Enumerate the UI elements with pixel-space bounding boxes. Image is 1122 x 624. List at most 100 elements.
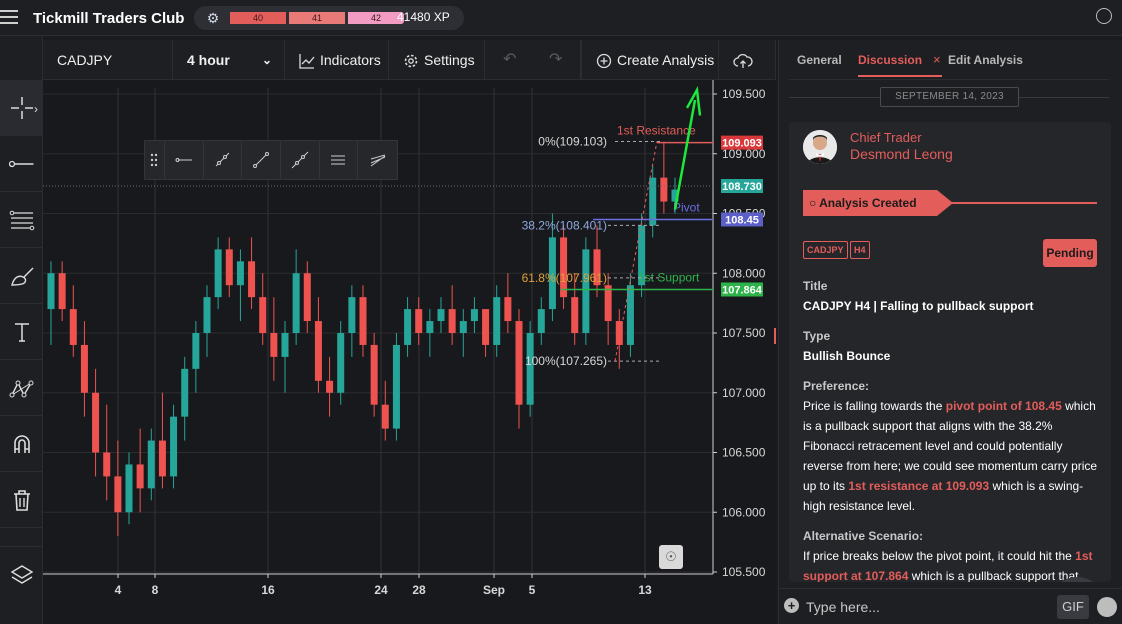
y-tick-label: 107.000 — [722, 386, 766, 400]
candle-body — [203, 297, 211, 333]
brush-icon[interactable] — [0, 248, 43, 304]
candle-body — [493, 297, 501, 345]
price-badge-label: 109.093 — [722, 138, 762, 150]
x-tick-label: 8 — [152, 583, 159, 597]
top-bar: Tickmill Traders Club ⚙ 40 41 42 41480 X… — [0, 0, 1122, 36]
candle-body — [370, 344, 378, 405]
magnet-icon[interactable] — [0, 416, 43, 472]
pattern-icon[interactable] — [0, 360, 43, 416]
undo-icon[interactable]: ↶ — [503, 40, 516, 80]
symbol-tag: CADJPY — [803, 241, 848, 259]
candle-body — [537, 309, 545, 333]
settings-button[interactable]: Settings — [389, 40, 485, 80]
indicators-label: Indicators — [320, 52, 381, 68]
candle-body — [80, 344, 88, 393]
parallel-lines-icon[interactable] — [320, 140, 359, 180]
author-role: Chief Trader — [850, 130, 922, 145]
xp-progress: ⚙ 40 41 42 41480 XP — [194, 6, 464, 30]
x-tick-label: 16 — [261, 583, 275, 597]
candle-body — [392, 344, 400, 429]
banner-label: ○ Analysis Created — [809, 196, 917, 210]
interval-label: 4 hour — [187, 52, 230, 68]
cloud-upload-icon — [733, 54, 753, 69]
create-analysis-button[interactable]: Create Analysis — [581, 40, 719, 80]
avatar[interactable] — [803, 130, 837, 164]
price-chart[interactable]: 109.500109.000108.500108.000107.500107.0… — [43, 80, 776, 624]
text-icon[interactable] — [0, 304, 43, 360]
x-tick-label: 4 — [115, 583, 122, 597]
upload-button[interactable]: Up — [719, 40, 776, 80]
candle-body — [281, 333, 289, 357]
redo-icon[interactable]: ↷ — [549, 40, 562, 80]
trash-icon[interactable] — [0, 472, 43, 528]
globe-icon[interactable] — [1096, 8, 1112, 24]
add-icon[interactable]: + — [784, 598, 799, 613]
candle-body — [526, 333, 534, 405]
xp-total: 41480 XP — [397, 10, 450, 24]
type-value: Bullish Bounce — [803, 349, 891, 363]
layers-icon[interactable] — [0, 546, 43, 602]
chart-line-icon — [299, 54, 315, 69]
price-badge-label: 108.730 — [722, 181, 762, 193]
rank-badge-icon: ⚙ — [206, 10, 220, 26]
candle-body — [326, 380, 334, 393]
message-input-row: + GIF — [779, 588, 1122, 624]
candle-body — [236, 261, 244, 286]
fib-channel-icon[interactable] — [358, 140, 397, 180]
emoji-icon[interactable] — [1097, 597, 1117, 617]
target-arrow — [673, 99, 697, 210]
xp-level-41: 41 — [289, 12, 345, 24]
expand-tools-icon[interactable]: › — [34, 102, 38, 116]
price-badge-label: 107.864 — [722, 285, 763, 297]
candle-body — [649, 177, 657, 226]
gif-button[interactable]: GIF — [1057, 595, 1089, 619]
chart-toolbar: CADJPY 4 hour ⌄ Indicators Settings ↶ ↷ … — [43, 40, 776, 80]
candle-body — [147, 440, 155, 489]
candle-body — [504, 297, 512, 322]
panel-tabs: General Discussion × Edit Analysis — [789, 40, 1109, 80]
candle-body — [660, 177, 668, 202]
candle-body — [136, 464, 144, 489]
analysis-message: Chief Trader Desmond Leong ○ Analysis Cr… — [789, 122, 1111, 582]
y-tick-label: 106.000 — [722, 505, 766, 519]
candle-body — [214, 249, 222, 298]
menu-icon[interactable] — [0, 10, 18, 26]
close-icon[interactable]: × — [933, 52, 941, 67]
fib-level-label: 38.2%(108.401) — [522, 218, 607, 232]
candle-body — [337, 333, 345, 393]
x-tick-label: 24 — [374, 583, 388, 597]
trendline-icon[interactable] — [0, 136, 43, 192]
tab-general[interactable]: General — [797, 53, 842, 67]
horizontal-line-icon[interactable] — [165, 140, 204, 180]
symbol-selector[interactable]: CADJPY — [43, 40, 173, 80]
candle-body — [181, 368, 189, 417]
indicators-button[interactable]: Indicators — [285, 40, 389, 80]
lightbulb-small-icon: ○ — [809, 196, 817, 210]
candle-body — [69, 309, 77, 345]
candle-body — [381, 404, 389, 429]
candle-body — [92, 392, 100, 453]
candle-body — [114, 476, 122, 513]
candle-body — [103, 452, 111, 477]
candle-body — [270, 333, 278, 357]
title-label: Title — [803, 279, 828, 293]
ray-icon[interactable] — [204, 140, 243, 180]
tab-edit-analysis[interactable]: Edit Analysis — [948, 53, 1023, 67]
candle-body — [404, 309, 412, 345]
candle-body — [248, 261, 256, 298]
candle-body — [259, 297, 267, 333]
interval-selector[interactable]: 4 hour ⌄ — [173, 40, 285, 80]
drag-handle-icon[interactable] — [145, 140, 165, 180]
candle-body — [170, 416, 178, 477]
fib-lines-icon[interactable] — [0, 192, 43, 248]
extended-line-icon[interactable] — [281, 140, 320, 180]
message-input[interactable] — [806, 595, 1046, 619]
candle-body — [448, 309, 456, 333]
price-badge-label: 108.45 — [725, 214, 759, 226]
author-name: Desmond Leong — [850, 146, 953, 162]
segment-icon[interactable] — [242, 140, 281, 180]
lightbulb-icon[interactable]: ☉ — [659, 545, 683, 569]
tab-discussion[interactable]: Discussion — [858, 53, 943, 77]
alt-scenario-label: Alternative Scenario: — [803, 529, 924, 543]
preference-label: Preference: — [803, 379, 870, 393]
